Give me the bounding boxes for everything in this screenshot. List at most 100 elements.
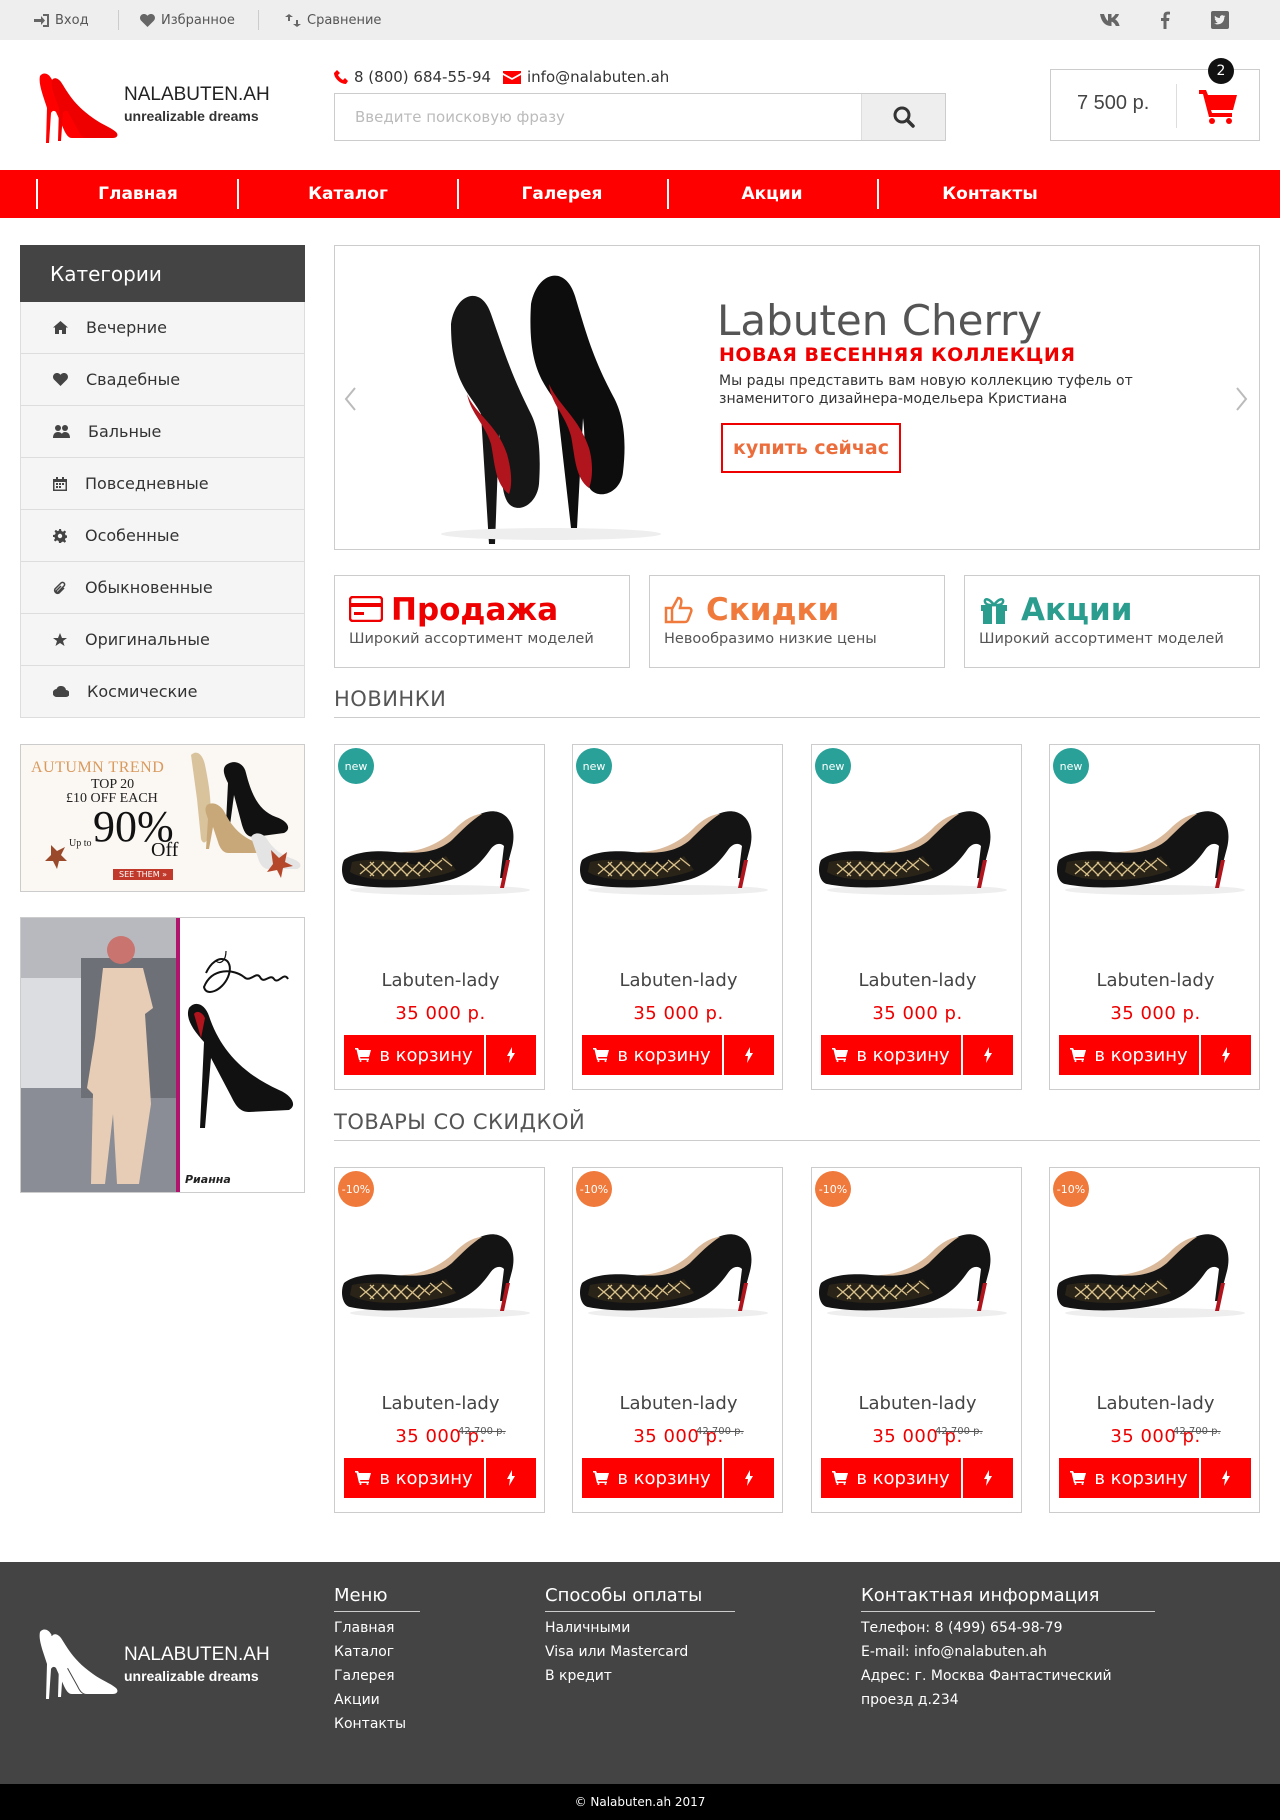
product-tag-badge: new (576, 748, 612, 784)
product-card[interactable]: new Labuten-lady 35 000 р. в корзину (1049, 744, 1260, 1090)
product-card[interactable]: -10% Labuten-lady 42 700 р. 35 000 р. в корз… (572, 1167, 783, 1513)
product-name[interactable]: Labuten-lady (1050, 1393, 1261, 1414)
quick-buy-button[interactable] (724, 1458, 774, 1498)
product-price: 35 000 р. (395, 1426, 486, 1447)
feature-promotions[interactable]: Акции Широкий ассортимент моделей (964, 575, 1260, 668)
slider-next-icon[interactable] (1231, 384, 1251, 414)
product-name[interactable]: Labuten-lady (335, 970, 546, 991)
search-button[interactable] (861, 94, 945, 140)
footer-logo-name: NALABUTEN.AH (124, 1644, 270, 1665)
add-to-cart-button[interactable]: в корзину (344, 1458, 484, 1498)
footer-menu-home[interactable]: Главная (334, 1616, 394, 1640)
slide-description: Мы рады представить вам новую коллекцию … (719, 373, 1133, 407)
login-link[interactable]: Вход (34, 0, 89, 40)
louboutin-banner[interactable]: Рианна (20, 917, 305, 1193)
category-item-casual[interactable]: Повседневные (20, 458, 305, 510)
product-name[interactable]: Labuten-lady (1050, 970, 1261, 991)
product-price: 35 000 р. (395, 1003, 486, 1024)
add-to-cart-button[interactable]: в корзину (1059, 1458, 1199, 1498)
nav-item-home[interactable]: Главная (38, 170, 238, 218)
product-card[interactable]: -10% Labuten-lady 42 700 р. 35 000 р. в корз… (811, 1167, 1022, 1513)
product-image[interactable] (340, 1213, 540, 1327)
add-to-cart-button[interactable]: в корзину (344, 1035, 484, 1075)
add-to-cart-button[interactable]: в корзину (582, 1035, 722, 1075)
cart-widget[interactable]: 7 500 р. 2 (1050, 58, 1260, 141)
nav-item-gallery[interactable]: Галерея (459, 170, 665, 218)
product-image[interactable] (340, 790, 540, 904)
category-item-ballroom[interactable]: Бальные (20, 406, 305, 458)
category-item-original[interactable]: Оригинальные (20, 614, 305, 666)
favorites-link[interactable]: Избранное (140, 0, 235, 40)
product-card[interactable]: -10% Labuten-lady 42 700 р. 35 000 р. в корз… (334, 1167, 545, 1513)
slider-prev-icon[interactable] (341, 384, 361, 414)
product-image[interactable] (578, 790, 778, 904)
footer-menu-contacts[interactable]: Контакты (334, 1712, 406, 1736)
product-tag-badge: -10% (1053, 1171, 1089, 1207)
product-price: 35 000 р. (872, 1003, 963, 1024)
product-name[interactable]: Labuten-lady (573, 970, 784, 991)
buy-now-button[interactable]: купить сейчас (721, 423, 901, 473)
footer-pay-credit: В кредит (545, 1668, 612, 1684)
promo-upto-text: Up to (69, 838, 92, 849)
search-input[interactable] (335, 94, 861, 140)
hero-slider: Labuten Cherry НОВАЯ ВЕСЕННЯЯ КОЛЛЕКЦИЯ … (334, 245, 1260, 550)
quick-buy-button[interactable] (724, 1035, 774, 1075)
nav-item-promotions[interactable]: Акции (669, 170, 875, 218)
section-divider (334, 717, 1260, 718)
quick-buy-button[interactable] (486, 1458, 536, 1498)
divider (1176, 84, 1177, 128)
autumn-trend-banner[interactable]: AUTUMN TREND TOP 20 £10 OFF EACH Up to 9… (20, 744, 305, 892)
category-item-cosmic[interactable]: Космические (20, 666, 305, 718)
category-item-ordinary[interactable]: Обыкновенные (20, 562, 305, 614)
nav-item-contacts[interactable]: Контакты (879, 170, 1101, 218)
category-item-wedding[interactable]: Свадебные (20, 354, 305, 406)
quick-buy-button[interactable] (486, 1035, 536, 1075)
product-card[interactable]: new Labuten-lady 35 000 р. в корзину (334, 744, 545, 1090)
footer-menu-promotions[interactable]: Акции (334, 1688, 380, 1712)
add-to-cart-label: в корзину (1094, 1467, 1188, 1489)
product-name[interactable]: Labuten-lady (573, 1393, 784, 1414)
compare-link[interactable]: Сравнение (285, 0, 381, 40)
quick-buy-button[interactable] (1201, 1035, 1251, 1075)
feature-discounts[interactable]: Скидки Невообразимо низкие цены (649, 575, 945, 668)
product-card[interactable]: new Labuten-lady 35 000 р. в корзину (811, 744, 1022, 1090)
product-tag-badge: new (815, 748, 851, 784)
add-to-cart-button[interactable]: в корзину (821, 1035, 961, 1075)
footer-menu-gallery[interactable]: Галерея (334, 1664, 395, 1688)
black-heel-image (187, 1003, 294, 1128)
phone-icon (334, 70, 348, 84)
cart-icon (832, 1048, 849, 1062)
email[interactable]: info@nalabuten.ah (503, 68, 669, 86)
product-image[interactable] (1055, 790, 1255, 904)
cart-icon (355, 1471, 372, 1485)
product-image[interactable] (578, 1213, 778, 1327)
logo[interactable] (32, 68, 122, 152)
product-card[interactable]: -10% Labuten-lady 42 700 р. 35 000 р. в корз… (1049, 1167, 1260, 1513)
add-to-cart-button[interactable]: в корзину (1059, 1035, 1199, 1075)
logo-slogan: unrealizable dreams (124, 108, 259, 124)
feature-sale[interactable]: Продажа Широкий ассортимент моделей (334, 575, 630, 668)
promo-see-button[interactable]: SEE THEM » (113, 869, 174, 880)
add-to-cart-button[interactable]: в корзину (821, 1458, 961, 1498)
nav-item-catalog[interactable]: Каталог (239, 170, 457, 218)
product-tag-badge: new (1053, 748, 1089, 784)
product-name[interactable]: Labuten-lady (335, 1393, 546, 1414)
category-item-evening[interactable]: Вечерние (20, 302, 305, 354)
product-image[interactable] (817, 1213, 1017, 1327)
vk-icon[interactable] (1100, 10, 1122, 30)
category-item-special[interactable]: Особенные (20, 510, 305, 562)
add-to-cart-button[interactable]: в корзину (582, 1458, 722, 1498)
product-image[interactable] (1055, 1213, 1255, 1327)
footer-menu-catalog[interactable]: Каталог (334, 1640, 394, 1664)
facebook-icon[interactable] (1154, 10, 1176, 30)
cart-icon (1199, 90, 1237, 128)
product-name[interactable]: Labuten-lady (812, 970, 1023, 991)
product-card[interactable]: new Labuten-lady 35 000 р. в корзину (572, 744, 783, 1090)
product-name[interactable]: Labuten-lady (812, 1393, 1023, 1414)
product-image[interactable] (817, 790, 1017, 904)
phone[interactable]: 8 (800) 684-55-94 (334, 68, 491, 86)
twitter-icon[interactable] (1209, 10, 1231, 30)
quick-buy-button[interactable] (963, 1035, 1013, 1075)
quick-buy-button[interactable] (1201, 1458, 1251, 1498)
quick-buy-button[interactable] (963, 1458, 1013, 1498)
